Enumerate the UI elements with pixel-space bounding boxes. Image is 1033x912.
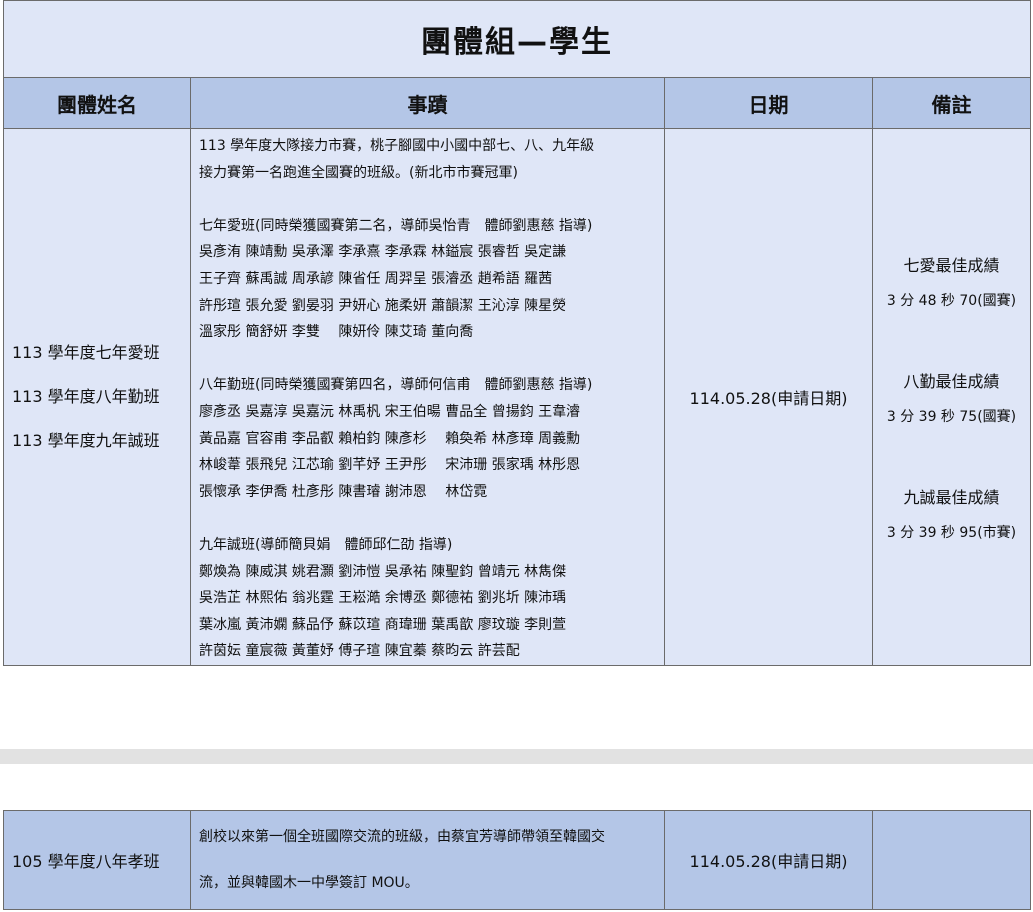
deed-line: 王子齊 蘇禹誠 周承諺 陳省任 周羿呈 張濬丞 趙希語 羅茜: [199, 270, 553, 287]
note-title: 九誠最佳成績: [903, 487, 1000, 507]
deed-line: 吳浩芷 林熙佑 翁兆霆 王崧澔 余博丞 鄭德祐 劉兆圻 陳沛瑀: [199, 590, 567, 607]
deeds-cell: 創校以來第一個全班國際交流的班級，由蔡宜芳導師帶領至韓國交 流，並與韓國木一中學…: [190, 810, 665, 910]
deed-line: 林峻葦 張飛兒 江芯瑜 劉芊妤 王尹彤 宋沛珊 張家瑀 林彤恩: [199, 457, 581, 474]
group-name: 105 學年度八年孝班: [3, 810, 191, 910]
group-name: 113 學年度八年勤班: [12, 386, 160, 406]
header-notes: 備註: [872, 77, 1031, 129]
header-deeds: 事蹟: [190, 77, 665, 129]
page-separator: [0, 749, 1033, 764]
note-block: 九誠最佳成績 3 分 39 秒 95(市賽): [874, 484, 1029, 542]
deed-line: 張懷承 李伊喬 杜彥彤 陳書璿 謝沛恩 林岱霓: [199, 483, 488, 500]
note-block: 七愛最佳成績 3 分 48 秒 70(國賽): [874, 252, 1029, 310]
notes-cell: [872, 810, 1031, 910]
honor-table-group-students: 團體組—學生 團體姓名 事蹟 日期 備註 113 學年度七年愛班 113 學年度…: [3, 0, 1031, 666]
honor-table-continued: 105 學年度八年孝班 創校以來第一個全班國際交流的班級，由蔡宜芳導師帶領至韓國…: [3, 810, 1031, 910]
note-stat: 3 分 48 秒 70(國賽): [886, 292, 1017, 309]
table-title: 團體組—學生: [3, 0, 1031, 78]
note-stat: 3 分 39 秒 75(國賽): [886, 408, 1017, 425]
header-date: 日期: [664, 77, 873, 129]
deeds-cell: 113 學年度大隊接力市賽，桃子腳國中小國中部七、八、九年級 接力賽第一名跑進全…: [190, 128, 665, 666]
date-cell: 114.05.28(申請日期): [664, 810, 873, 910]
deed-line: 黃品嘉 官容甫 李品叡 賴柏鈞 陳彥杉 賴奐希 林彥璋 周義勳: [199, 430, 581, 447]
deed-line: 廖彥丞 吳嘉淳 吳嘉沅 林禹杋 宋王伯暘 曹品全 曾揚鈞 王韋濬: [199, 403, 581, 420]
deed-line: 流，並與韓國木一中學簽訂 MOU。: [199, 875, 419, 891]
deed-line: 鄭煥為 陳威淇 姚君灝 劉沛愷 吳承祐 陳聖鈞 曾靖元 林雋傑: [199, 563, 567, 580]
note-block: 八勤最佳成績 3 分 39 秒 75(國賽): [874, 368, 1029, 426]
deed-line: 接力賽第一名跑進全國賽的班級。(新北市市賽冠軍): [199, 164, 518, 181]
note-stat: 3 分 39 秒 95(市賽): [886, 524, 1017, 541]
group-name: 113 學年度九年誠班: [12, 430, 160, 450]
deed-line: 八年勤班(同時榮獲國賽第四名，導師何信甫 體師劉惠慈 指導): [199, 377, 593, 394]
notes-cell: 七愛最佳成績 3 分 48 秒 70(國賽) 八勤最佳成績 3 分 39 秒 7…: [872, 128, 1031, 666]
note-title: 七愛最佳成績: [903, 255, 1000, 275]
table-row: 105 學年度八年孝班 創校以來第一個全班國際交流的班級，由蔡宜芳導師帶領至韓國…: [3, 810, 1031, 910]
deed-line: 113 學年度大隊接力市賽，桃子腳國中小國中部七、八、九年級: [199, 138, 595, 154]
deed-line: 許彤瑄 張允愛 劉晏羽 尹妍心 施柔妍 蕭韻潔 王沁淳 陳星熒: [199, 297, 567, 314]
deed-line: 七年愛班(同時榮獲國賽第二名，導師吳怡青 體師劉惠慈 指導): [199, 217, 593, 234]
deed-line: 吳彥洧 陳靖勳 吳承澤 李承熹 李承霖 林鎰宸 張睿哲 吳定謙: [199, 244, 567, 261]
note-title: 八勤最佳成績: [903, 371, 1000, 391]
deed-line: 溫家彤 簡舒妍 李雙 陳妍伶 陳艾琦 董向喬: [199, 324, 474, 341]
date-cell: 114.05.28(申請日期): [664, 128, 873, 666]
group-name: 113 學年度七年愛班: [12, 342, 160, 362]
deed-line: 葉冰嵐 黃沛嫻 蘇品伃 蘇苡瑄 商瑋珊 葉禹歆 廖玟璇 李則萱: [199, 616, 567, 633]
deed-line: 許茵妘 童宸薇 黃董妤 傅子瑄 陳宜蓁 蔡昀云 許芸配: [199, 643, 520, 660]
header-group-name: 團體姓名: [3, 77, 191, 129]
deed-line: 九年誠班(導師簡貝娟 體師邱仁劭 指導): [199, 536, 453, 553]
deed-line: 創校以來第一個全班國際交流的班級，由蔡宜芳導師帶領至韓國交: [199, 829, 605, 845]
group-names-cell: 113 學年度七年愛班 113 學年度八年勤班 113 學年度九年誠班: [3, 128, 191, 666]
